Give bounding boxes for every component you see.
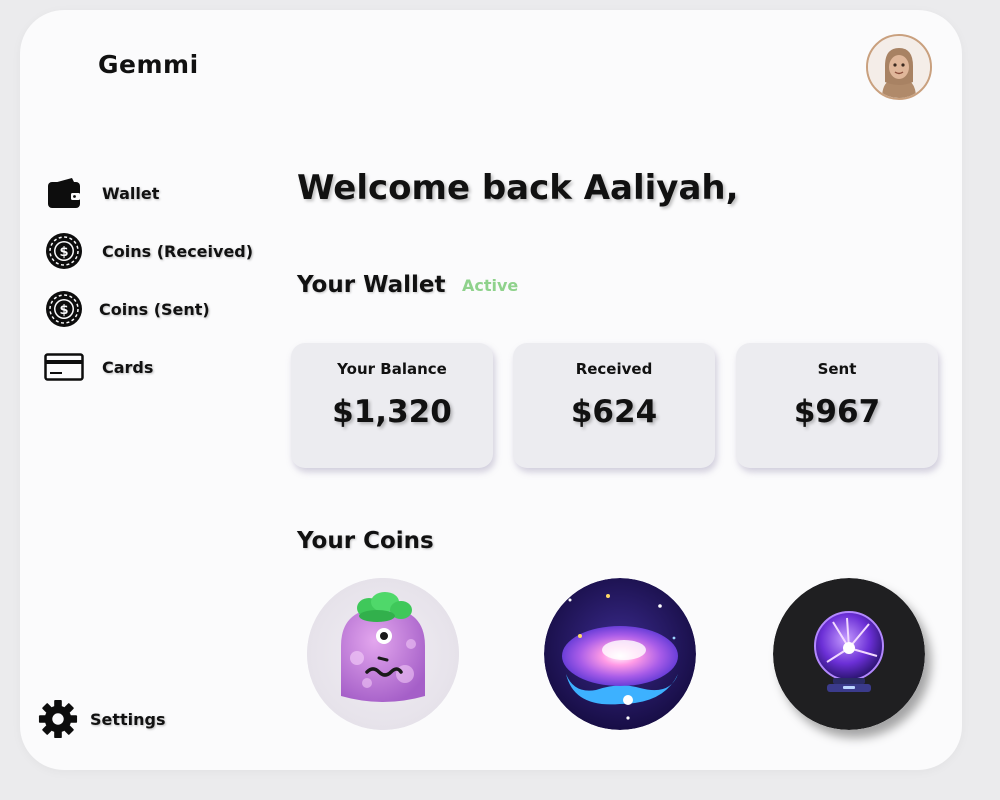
coin-icon: $	[44, 289, 84, 329]
status-badge: Active	[462, 276, 519, 295]
sidebar-item-coins-sent[interactable]: $ Coins (Sent)	[44, 289, 210, 329]
galaxy-coin-icon[interactable]	[544, 578, 696, 730]
settings-button[interactable]: Settings	[38, 699, 166, 739]
sidebar-item-label: Coins (Sent)	[99, 299, 210, 319]
coin-icon: $	[44, 231, 84, 271]
svg-text:$: $	[59, 245, 68, 260]
settings-label: Settings	[90, 709, 166, 729]
sent-card[interactable]: Sent $967	[736, 343, 938, 468]
received-card[interactable]: Received $624	[513, 343, 715, 468]
card-value: $967	[793, 394, 881, 430]
card-label: Received	[575, 360, 653, 378]
wallet-icon	[44, 173, 84, 213]
purple-monster-coin-icon[interactable]	[307, 578, 459, 730]
card-value: $1,320	[332, 394, 452, 430]
app-logo: Gemmi	[98, 50, 199, 79]
coins-section-title: Your Coins	[297, 528, 434, 554]
sidebar-item-label: Cards	[102, 357, 154, 377]
sidebar-item-label: Wallet	[102, 183, 160, 203]
sidebar-item-cards[interactable]: Cards	[44, 347, 153, 387]
sidebar-item-coins-received[interactable]: $ Coins (Received)	[44, 231, 253, 271]
balance-card[interactable]: Your Balance $1,320	[291, 343, 493, 468]
gear-icon	[38, 699, 78, 739]
sidebar-item-wallet[interactable]: Wallet	[44, 173, 159, 213]
sidebar-item-label: Coins (Received)	[102, 241, 254, 261]
page-title: Welcome back Aaliyah,	[297, 168, 739, 208]
card-label: Your Balance	[337, 360, 447, 378]
card-label: Sent	[817, 360, 857, 378]
wallet-section-title: Your Wallet	[297, 272, 446, 298]
plasma-ball-coin-icon[interactable]	[773, 578, 925, 730]
card-icon	[44, 347, 84, 387]
svg-text:$: $	[59, 303, 68, 318]
user-avatar-icon[interactable]	[866, 34, 932, 100]
card-value: $624	[570, 394, 658, 430]
